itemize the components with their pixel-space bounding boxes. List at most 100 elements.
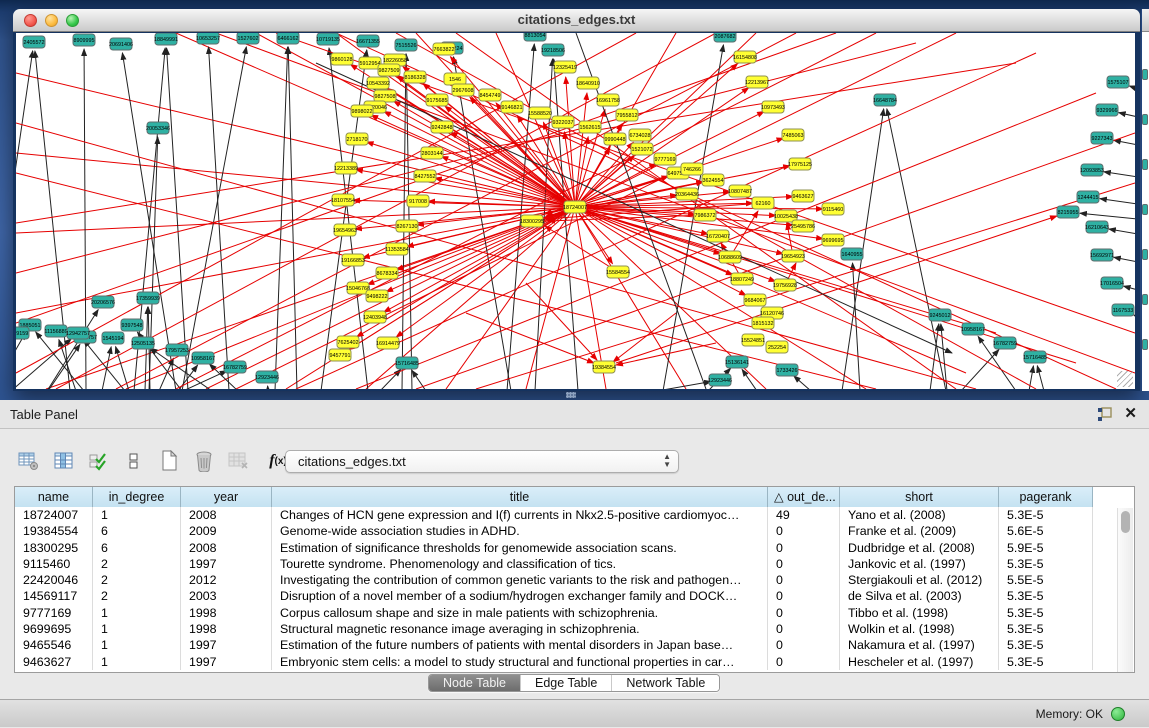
network-node[interactable]: 20206576 — [91, 296, 115, 308]
table-cell[interactable]: 19384554 — [15, 523, 93, 539]
network-node[interactable]: 1640955 — [841, 248, 863, 260]
table-cell[interactable]: 6 — [93, 540, 181, 556]
table-row[interactable]: 911546021997Tourette syndrome. Phenomeno… — [15, 556, 1134, 572]
table-mode-button[interactable] — [18, 450, 40, 472]
table-cell[interactable]: 0 — [768, 621, 840, 637]
network-node[interactable]: 16782759 — [993, 337, 1017, 349]
network-node[interactable]: 9898022 — [351, 105, 373, 117]
table-cell[interactable]: 5.3E-5 — [999, 507, 1093, 523]
vertical-scrollbar[interactable] — [1117, 508, 1133, 672]
table-cell[interactable]: 9777169 — [15, 605, 93, 621]
network-node[interactable]: 252254 — [766, 341, 788, 353]
network-node[interactable]: 9777169 — [654, 153, 676, 165]
table-cell[interactable]: 9465546 — [15, 637, 93, 653]
network-node[interactable]: 8454749 — [479, 89, 501, 101]
table-cell[interactable]: Jankovic et al. (1997) — [840, 556, 999, 572]
network-node[interactable]: 10719135 — [316, 33, 340, 45]
table-cell[interactable]: 0 — [768, 654, 840, 670]
network-node[interactable]: 19756928 — [773, 279, 797, 291]
select-rows-button[interactable] — [88, 450, 110, 472]
table-cell[interactable]: 1 — [93, 605, 181, 621]
table-cell[interactable]: 5.3E-5 — [999, 654, 1093, 670]
network-node[interactable]: 2803144 — [421, 147, 443, 159]
tab-network-table[interactable]: Network Table — [611, 675, 719, 691]
close-panel-icon[interactable]: ✕ — [1124, 405, 1137, 423]
network-node[interactable]: 1167533 — [1112, 304, 1134, 316]
table-cell[interactable]: Estimation of significance thresholds fo… — [272, 540, 768, 556]
network-node[interactable]: 9227343 — [1091, 132, 1113, 144]
network-node[interactable]: 1545194 — [102, 332, 124, 344]
table-cell[interactable]: 1 — [93, 637, 181, 653]
network-node[interactable]: 18300295 — [520, 215, 544, 227]
network-node[interactable]: 7515526 — [395, 39, 417, 51]
network-node[interactable]: 917008 — [407, 195, 429, 207]
network-node[interactable]: 9827509 — [378, 64, 400, 76]
network-node[interactable]: 7663822 — [433, 43, 455, 55]
table-cell[interactable]: 0 — [768, 572, 840, 588]
network-node[interactable]: 15136141 — [725, 356, 749, 368]
table-cell[interactable]: 5.3E-5 — [999, 556, 1093, 572]
column-header-short[interactable]: short — [840, 487, 999, 507]
table-cell[interactable]: 0 — [768, 588, 840, 604]
table-cell[interactable]: Wolkin et al. (1998) — [840, 621, 999, 637]
network-node[interactable]: 19218506 — [541, 44, 565, 56]
table-cell[interactable]: 9463627 — [15, 654, 93, 670]
network-node[interactable]: 7485063 — [782, 129, 804, 141]
network-node[interactable]: 8813054 — [524, 33, 546, 41]
table-cell[interactable]: 9115460 — [15, 556, 93, 572]
network-node[interactable]: 8186328 — [404, 71, 426, 83]
table-cell[interactable]: Structural magnetic resonance image aver… — [272, 621, 768, 637]
network-node[interactable]: 10958167 — [961, 323, 985, 335]
network-node[interactable]: 12213389 — [334, 162, 358, 174]
network-node[interactable]: 10973493 — [761, 101, 785, 113]
table-row[interactable]: 946362711997Embryonic stem cells: a mode… — [15, 654, 1134, 670]
table-cell[interactable]: 5.3E-5 — [999, 605, 1093, 621]
table-row[interactable]: 1830029562008Estimation of significance … — [15, 540, 1134, 556]
network-node[interactable]: 8215955 — [1057, 206, 1079, 218]
table-cell[interactable]: Changes of HCN gene expression and I(f) … — [272, 507, 768, 523]
table-cell[interactable]: Genome-wide association studies in ADHD. — [272, 523, 768, 539]
delete-table-button[interactable] — [228, 450, 250, 472]
table-cell[interactable]: 1998 — [181, 621, 272, 637]
network-node[interactable]: 1546 — [444, 73, 466, 85]
column-header-name[interactable]: name — [15, 487, 93, 507]
table-row[interactable]: 946554611997Estimation of the future num… — [15, 637, 1134, 653]
close-button[interactable] — [24, 14, 37, 27]
network-node[interactable]: 12505135 — [131, 337, 155, 349]
network-node[interactable]: 10543392 — [366, 77, 390, 89]
table-cell[interactable]: 14569117 — [15, 588, 93, 604]
table-cell[interactable]: 5.3E-5 — [999, 637, 1093, 653]
table-cell[interactable]: Hescheler et al. (1997) — [840, 654, 999, 670]
network-node[interactable]: 18640910 — [576, 77, 600, 89]
table-cell[interactable]: 1998 — [181, 605, 272, 621]
network-node[interactable]: 3624554 — [702, 174, 724, 186]
network-node[interactable]: 17957253 — [165, 344, 189, 356]
network-node[interactable]: 18807249 — [730, 273, 754, 285]
network-node[interactable]: 2967608 — [452, 84, 474, 96]
table-cell[interactable]: 5.3E-5 — [999, 588, 1093, 604]
table-cell[interactable]: 18724007 — [15, 507, 93, 523]
network-node[interactable]: 9498222 — [366, 290, 388, 302]
network-node[interactable]: 17975125 — [788, 158, 812, 170]
network-node[interactable]: 1575107 — [1107, 76, 1129, 88]
network-node[interactable]: 12325419 — [553, 61, 577, 73]
table-row[interactable]: 1938455462009Genome-wide association stu… — [15, 523, 1134, 539]
table-row[interactable]: 969969511998Structural magnetic resonanc… — [15, 621, 1134, 637]
network-node[interactable]: 9827508 — [374, 90, 396, 102]
table-cell[interactable]: Tourette syndrome. Phenomenology and cla… — [272, 556, 768, 572]
network-node[interactable]: 9245012 — [929, 309, 951, 321]
show-columns-button[interactable] — [53, 450, 75, 472]
network-node[interactable]: 15716485 — [395, 357, 419, 369]
table-selector-dropdown[interactable]: citations_edges.txt ▲▼ — [285, 450, 679, 473]
network-node[interactable]: 7986372 — [694, 209, 716, 221]
table-cell[interactable]: Nakamura et al. (1997) — [840, 637, 999, 653]
network-node[interactable]: 17016504 — [1100, 277, 1124, 289]
network-node[interactable]: 1521072 — [631, 143, 653, 155]
column-header-in_degree[interactable]: in_degree — [93, 487, 181, 507]
network-node[interactable]: 9146821 — [501, 101, 523, 113]
network-node[interactable]: 12942757 — [66, 327, 90, 339]
splitter-grip-icon[interactable] — [566, 392, 576, 398]
network-node[interactable]: 1562615 — [579, 121, 601, 133]
table-row[interactable]: 1872400712008Changes of HCN gene express… — [15, 507, 1134, 523]
network-node[interactable]: 746266 — [681, 163, 703, 175]
